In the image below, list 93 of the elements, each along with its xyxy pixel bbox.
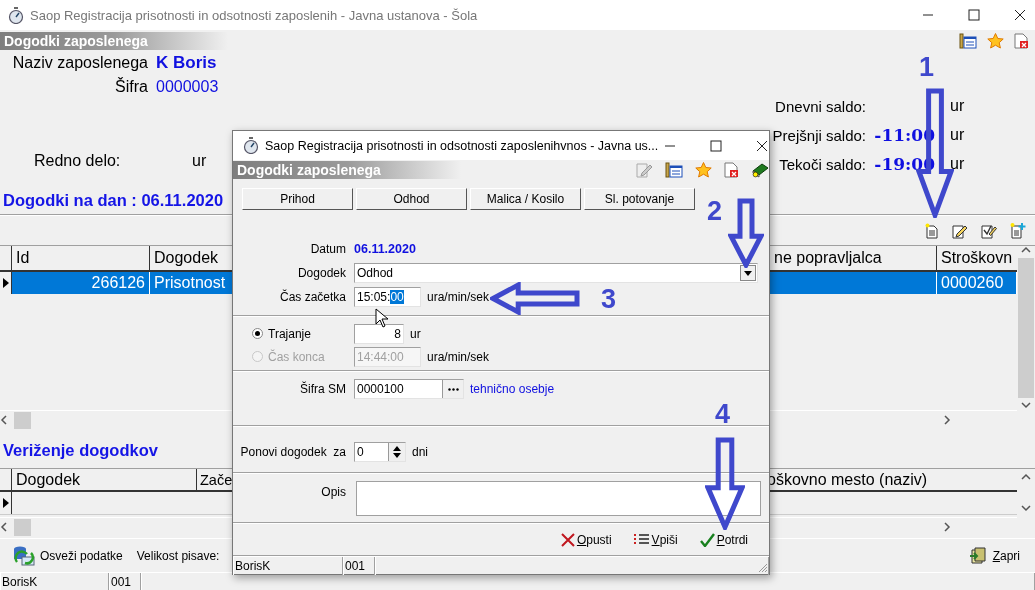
- scroll-down-icon[interactable]: [1021, 503, 1031, 513]
- caret-icon: [744, 270, 752, 276]
- spin-arrows-icon[interactable]: [393, 445, 401, 459]
- stopwatch-icon: [243, 137, 259, 154]
- annotation-number: 4: [715, 401, 731, 428]
- resize-grip-icon[interactable]: [758, 563, 768, 573]
- check-icon: [699, 532, 715, 547]
- unit-label: ur: [410, 326, 421, 341]
- column-header[interactable]: Id: [12, 246, 150, 270]
- vertical-scrollbar[interactable]: [1017, 246, 1035, 410]
- add-document-icon[interactable]: [1010, 222, 1026, 239]
- star-icon[interactable]: [987, 33, 1004, 49]
- database-refresh-icon: [13, 544, 35, 567]
- close-document-icon[interactable]: [1014, 33, 1029, 49]
- stopwatch-icon: [8, 6, 24, 24]
- row-pointer-icon: [2, 278, 9, 288]
- row-pointer-icon: [2, 498, 9, 508]
- edit-check-icon[interactable]: [981, 222, 997, 239]
- action-button[interactable]: Opusti: [560, 532, 612, 547]
- maximize-icon[interactable]: [710, 139, 723, 152]
- cost-center-link[interactable]: tehnično osebje: [470, 382, 555, 396]
- unit-label: ur: [949, 126, 965, 144]
- field-label: Šifra: [114, 78, 148, 96]
- annotation-arrow: [728, 198, 764, 268]
- scroll-left-icon[interactable]: [0, 415, 10, 425]
- status-user: BorisK: [233, 557, 343, 575]
- annotation-number: 1: [919, 54, 935, 81]
- employee-name: K Boris: [156, 53, 217, 73]
- close-icon[interactable]: [1014, 9, 1026, 21]
- list-window-icon[interactable]: [959, 33, 977, 49]
- maximize-icon[interactable]: [968, 9, 980, 21]
- close-document-icon[interactable]: [724, 162, 739, 178]
- value-field[interactable]: 8: [354, 323, 404, 344]
- scrollbar-thumb[interactable]: [14, 411, 31, 429]
- action-button[interactable]: Potrdi: [699, 532, 748, 547]
- scroll-right-icon[interactable]: [943, 522, 953, 532]
- status-code: 001: [109, 573, 141, 590]
- field-label: Datum: [309, 242, 346, 256]
- star-icon[interactable]: [695, 162, 712, 178]
- list-window-icon[interactable]: [665, 162, 683, 178]
- table-cell: 0000260: [937, 272, 1017, 294]
- new-document-icon[interactable]: [925, 222, 939, 239]
- balance-label: Dnevni saldo:: [774, 97, 866, 115]
- scroll-right-icon[interactable]: [943, 415, 953, 425]
- cross-icon: [560, 532, 575, 547]
- dialog-title: Saop Registracija prisotnosti in odsotnosti zaposlenihvnos - Javna us...: [265, 138, 659, 153]
- description-field[interactable]: [356, 481, 761, 516]
- time-field[interactable]: 15:05:00: [354, 287, 421, 307]
- radio-button[interactable]: Trajanje: [233, 325, 354, 342]
- scrollbar-thumb[interactable]: [14, 518, 31, 536]
- event-dropdown[interactable]: Odhod: [354, 263, 758, 283]
- employee-code: 0000003: [156, 78, 219, 96]
- unit-label: dni: [412, 445, 428, 459]
- more-icon[interactable]: [447, 387, 459, 391]
- annotation-number: 2: [707, 198, 723, 225]
- event-button[interactable]: Malica / Kosilo: [470, 188, 581, 210]
- event-button[interactable]: Odhod: [356, 188, 467, 210]
- balance-label: Tekoči saldo:: [778, 155, 866, 173]
- unit-label: ur: [949, 155, 965, 173]
- section-heading: Dogodki na dan : 06.11.2020: [3, 191, 224, 210]
- scroll-down-icon[interactable]: [1021, 400, 1031, 410]
- edit-document-icon[interactable]: [952, 222, 968, 239]
- unit-label: ura/min/sek: [427, 349, 490, 364]
- column-header[interactable]: Dogodek: [12, 469, 197, 490]
- refresh-button[interactable]: Osveži podatke: [13, 544, 123, 567]
- exit-icon: [968, 546, 989, 565]
- field-label: Naziv zaposlenega: [11, 54, 148, 72]
- unit-label: ur: [192, 152, 207, 170]
- event-button[interactable]: Sl. potovanje: [584, 188, 695, 210]
- close-button[interactable]: Zapri: [968, 546, 1020, 565]
- field-label: Opis: [320, 484, 346, 501]
- unit-label: ur: [949, 97, 965, 115]
- list-icon: [633, 533, 650, 546]
- code-field[interactable]: 0000100: [354, 379, 464, 399]
- spin-field[interactable]: 0: [354, 442, 406, 462]
- field-label: Šifra SM: [299, 382, 346, 396]
- window-title: Saop Registracija prisotnosti in odsotnosti zaposlenih - Javna ustanova - Šola: [30, 7, 478, 23]
- event-button[interactable]: Prihod: [242, 188, 353, 210]
- table-cell: 266126: [12, 272, 150, 294]
- status-user: BorisK: [0, 573, 109, 590]
- action-button[interactable]: Vpiši: [633, 532, 678, 547]
- field-label: Redno delo:: [34, 152, 122, 170]
- font-size-label: Velikost pisave:: [136, 548, 220, 563]
- field-label: Ponovi dogodek za: [239, 445, 346, 459]
- help-book-icon[interactable]: [751, 162, 769, 178]
- column-header[interactable]: oškovno mesto (naziv): [767, 469, 997, 490]
- column-header[interactable]: Stroškovn: [937, 246, 1017, 270]
- status-code: 001: [343, 557, 375, 575]
- close-icon[interactable]: [756, 139, 769, 152]
- scroll-left-icon[interactable]: [0, 522, 10, 532]
- balance-label: Prejšnji saldo:: [771, 126, 866, 144]
- section-heading: Veriženje dogodkov: [3, 440, 158, 460]
- date-value: 06.11.2020: [354, 242, 416, 256]
